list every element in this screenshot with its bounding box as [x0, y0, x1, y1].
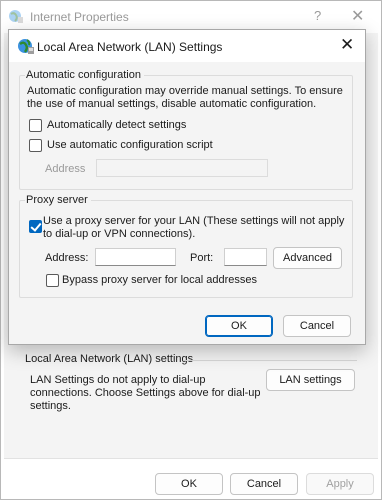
group-divider: [183, 360, 357, 361]
automatic-configuration-description: Automatic configuration may override man…: [27, 85, 343, 110]
dialog-title-bar: Local Area Network (LAN) Settings ✕: [9, 30, 365, 62]
auto-config-script-label[interactable]: Use automatic configuration script: [47, 139, 213, 152]
lan-settings-group-title: Local Area Network (LAN) settings: [25, 353, 198, 365]
auto-detect-label[interactable]: Automatically detect settings: [47, 119, 186, 132]
help-icon[interactable]: ?: [314, 8, 321, 23]
dialog-title: Local Area Network (LAN) Settings: [37, 40, 223, 54]
dialog-close-icon[interactable]: ✕: [340, 35, 354, 55]
parent-ok-button[interactable]: OK: [155, 473, 223, 495]
proxy-server-legend: Proxy server: [25, 194, 91, 206]
dialog-cancel-button[interactable]: Cancel: [283, 315, 351, 337]
parent-window-title: Internet Properties: [30, 10, 129, 24]
bypass-local-label[interactable]: Bypass proxy server for local addresses: [62, 274, 257, 287]
use-proxy-label[interactable]: Use a proxy server for your LAN (These s…: [43, 215, 349, 241]
proxy-address-field[interactable]: [95, 248, 176, 266]
auto-detect-checkbox[interactable]: [29, 119, 42, 132]
script-address-label: Address: [45, 163, 86, 175]
bypass-local-checkbox[interactable]: [46, 274, 59, 287]
use-proxy-checkbox[interactable]: [29, 220, 42, 233]
lan-settings-dialog: Local Area Network (LAN) Settings ✕ Auto…: [8, 29, 366, 345]
auto-config-script-checkbox[interactable]: [29, 139, 42, 152]
parent-close-icon[interactable]: ✕: [351, 6, 364, 26]
advanced-button[interactable]: Advanced: [273, 247, 342, 269]
internet-globe-icon: [9, 10, 23, 23]
proxy-address-label: Address:: [45, 252, 89, 264]
parent-cancel-button[interactable]: Cancel: [230, 473, 298, 495]
parent-apply-button[interactable]: Apply: [306, 473, 374, 495]
automatic-configuration-legend: Automatic configuration: [25, 69, 144, 81]
proxy-port-field[interactable]: [224, 248, 267, 266]
proxy-port-label: Port:: [190, 252, 214, 264]
dialog-ok-button[interactable]: OK: [205, 315, 273, 337]
lan-settings-description: LAN Settings do not apply to dial-up con…: [30, 374, 261, 412]
internet-globe-icon: [18, 39, 34, 54]
lan-settings-button[interactable]: LAN settings: [266, 369, 355, 391]
script-address-field[interactable]: [96, 159, 268, 177]
